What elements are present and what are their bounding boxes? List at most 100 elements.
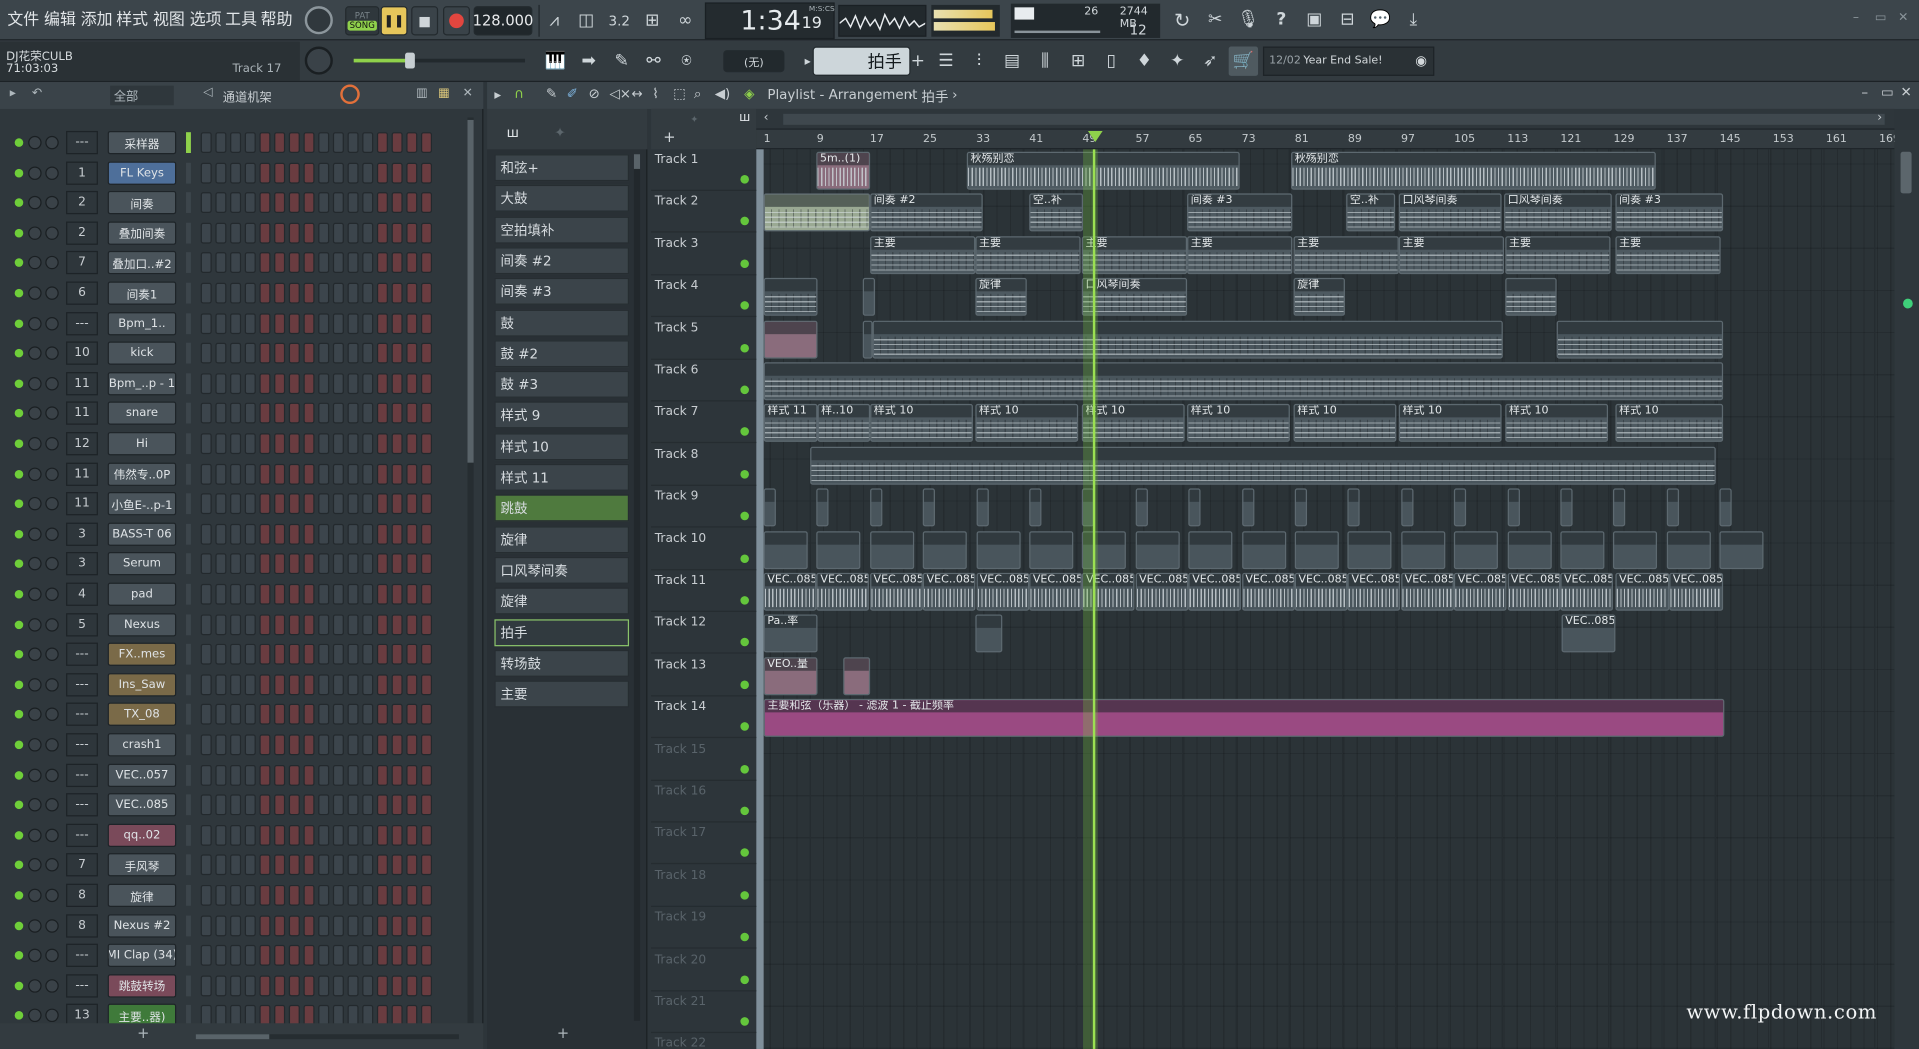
step-button[interactable] bbox=[200, 403, 212, 424]
track-header[interactable]: Track 1 bbox=[651, 149, 757, 191]
step-button[interactable] bbox=[406, 523, 418, 545]
step-button[interactable] bbox=[318, 884, 330, 906]
track-header[interactable]: Track 10 bbox=[651, 528, 757, 570]
step-button[interactable] bbox=[288, 854, 300, 876]
playlist-clip[interactable] bbox=[1029, 488, 1042, 527]
channel-name-button[interactable]: 间奏 bbox=[107, 191, 177, 215]
channel-mixer-track[interactable]: 10 bbox=[66, 341, 98, 365]
step-button[interactable] bbox=[362, 644, 374, 665]
piano-roll-icon[interactable]: 🎹 bbox=[541, 47, 570, 76]
picker-mode-icon[interactable]: ш bbox=[507, 125, 519, 141]
step-button[interactable] bbox=[200, 613, 212, 635]
step-button[interactable] bbox=[200, 493, 212, 515]
swing-knob-icon[interactable] bbox=[340, 84, 360, 105]
playlist-clip[interactable]: VEC..085 bbox=[1029, 572, 1082, 611]
step-button[interactable] bbox=[274, 162, 286, 184]
step-button[interactable] bbox=[215, 252, 227, 274]
plugin-db-icon[interactable]: ♦ bbox=[1130, 47, 1159, 76]
playlist-clip[interactable]: 主要 bbox=[975, 235, 1081, 274]
playlist-clip[interactable] bbox=[810, 446, 1716, 485]
step-button[interactable] bbox=[332, 794, 344, 816]
step-button[interactable] bbox=[288, 945, 300, 966]
channel-pan-knob[interactable] bbox=[28, 858, 42, 872]
step-button[interactable] bbox=[318, 312, 330, 334]
channel-pan-knob[interactable] bbox=[28, 707, 42, 722]
step-button[interactable] bbox=[215, 583, 227, 605]
step-button[interactable] bbox=[376, 764, 388, 786]
track-mute-icon[interactable] bbox=[740, 511, 749, 521]
add-channel-icon[interactable]: + bbox=[137, 1024, 149, 1041]
step-button[interactable] bbox=[406, 282, 418, 304]
step-button[interactable] bbox=[259, 583, 271, 605]
playlist-clip[interactable] bbox=[763, 488, 776, 527]
step-button[interactable] bbox=[244, 162, 256, 184]
step-button[interactable] bbox=[347, 674, 359, 695]
step-button[interactable] bbox=[391, 373, 403, 394]
channel-mixer-track[interactable]: 11 bbox=[66, 462, 98, 486]
channel-name-button[interactable]: 伟然专..0P bbox=[107, 462, 177, 486]
step-button[interactable] bbox=[244, 403, 256, 424]
step-button[interactable] bbox=[259, 162, 271, 184]
step-button[interactable] bbox=[376, 824, 388, 846]
step-button[interactable] bbox=[318, 644, 330, 665]
step-button[interactable] bbox=[274, 523, 286, 545]
step-button[interactable] bbox=[259, 824, 271, 846]
track-mute-icon[interactable] bbox=[740, 722, 749, 731]
step-button[interactable] bbox=[274, 613, 286, 635]
channel-select-marker[interactable] bbox=[186, 674, 191, 695]
step-button[interactable] bbox=[420, 613, 433, 635]
pattern-none-select[interactable]: (无) bbox=[723, 50, 785, 73]
step-button[interactable] bbox=[274, 915, 286, 936]
playlist-clip[interactable] bbox=[922, 488, 936, 527]
step-button[interactable] bbox=[376, 583, 388, 605]
step-button[interactable] bbox=[376, 463, 388, 485]
time-display[interactable]: 1:34 19 M:S:CS bbox=[704, 2, 835, 40]
slice-tool-icon[interactable]: ⌇ bbox=[652, 86, 659, 102]
step-button[interactable] bbox=[347, 403, 359, 424]
playlist-clip[interactable] bbox=[816, 530, 861, 569]
playlist-clip[interactable] bbox=[1241, 488, 1254, 527]
step-button[interactable] bbox=[318, 433, 330, 455]
channel-led-icon[interactable] bbox=[14, 620, 24, 629]
step-button[interactable] bbox=[215, 915, 227, 936]
playlist-clip[interactable]: 样式 10 bbox=[1187, 404, 1290, 443]
channel-select-marker[interactable] bbox=[186, 945, 191, 966]
step-button[interactable] bbox=[274, 342, 286, 364]
step-button[interactable] bbox=[391, 132, 403, 153]
step-button[interactable] bbox=[391, 222, 403, 244]
step-button[interactable] bbox=[362, 282, 374, 304]
playlist-clip[interactable]: 口风琴间奏 bbox=[1504, 193, 1612, 232]
pattern-item[interactable]: 鼓 #2 bbox=[494, 340, 630, 367]
pattern-add-icon[interactable]: + bbox=[909, 47, 926, 76]
step-button[interactable] bbox=[318, 824, 330, 846]
track-mute-icon[interactable] bbox=[740, 890, 749, 900]
step-button[interactable] bbox=[259, 403, 271, 424]
step-button[interactable] bbox=[406, 463, 418, 485]
channel-mixer-track[interactable]: 6 bbox=[66, 281, 98, 305]
channel-led-icon[interactable] bbox=[14, 198, 24, 208]
menu-patterns[interactable]: 样式 bbox=[116, 6, 148, 29]
step-button[interactable] bbox=[332, 192, 344, 214]
step-button[interactable] bbox=[215, 282, 227, 304]
step-button[interactable] bbox=[347, 523, 359, 545]
step-button[interactable] bbox=[420, 553, 433, 575]
track-header[interactable]: Track 19 bbox=[651, 907, 757, 949]
playlist-clip[interactable]: VEC..085 bbox=[1241, 572, 1295, 611]
pattern-item[interactable]: 口风琴间奏 bbox=[494, 556, 630, 584]
playlist-clip[interactable]: 间奏 #3 bbox=[1187, 193, 1293, 232]
channel-mixer-track[interactable]: --- bbox=[66, 130, 98, 155]
step-button[interactable] bbox=[230, 644, 242, 665]
playlist-clip[interactable]: 主要 bbox=[1615, 235, 1721, 274]
channel-select-marker[interactable] bbox=[186, 704, 191, 726]
step-button[interactable] bbox=[406, 553, 418, 575]
step-button[interactable] bbox=[200, 162, 212, 184]
step-button[interactable] bbox=[244, 312, 256, 334]
step-button[interactable] bbox=[274, 192, 286, 214]
countdown-icon[interactable]: 3.2 bbox=[605, 6, 634, 35]
step-button[interactable] bbox=[200, 884, 212, 906]
step-button[interactable] bbox=[288, 824, 300, 846]
step-button[interactable] bbox=[274, 824, 286, 846]
channel-led-icon[interactable] bbox=[14, 981, 24, 990]
step-button[interactable] bbox=[376, 523, 388, 545]
step-button[interactable] bbox=[274, 674, 286, 695]
